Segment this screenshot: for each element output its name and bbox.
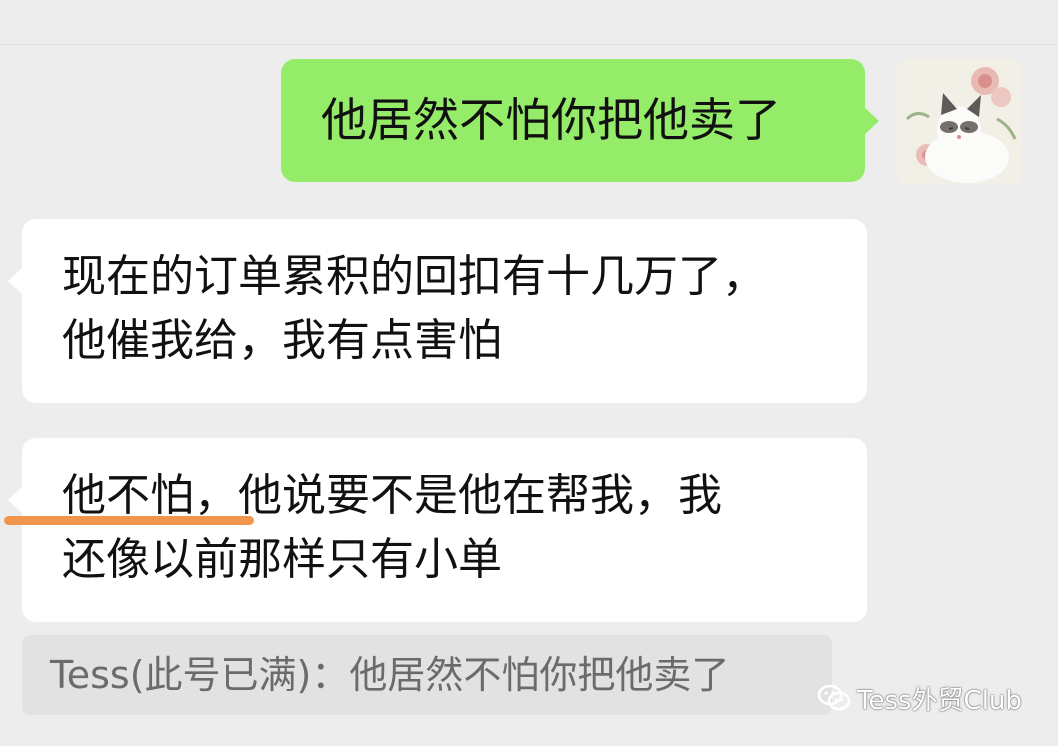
wechat-icon [817,684,851,711]
message-line: 还像以前那样只有小单 [62,534,502,585]
cat-avatar-icon[interactable] [897,59,1022,184]
incoming-message-bubble[interactable]: 现在的订单累积的回扣有十几万了， 他催我给，我有点害怕 [8,219,867,403]
watermark: Tess外贸Club [817,678,1022,718]
incoming-message-bubble[interactable]: 他不怕，他说要不是他在帮我，我 还像以前那样只有小单 [8,438,867,622]
top-divider [0,44,1058,45]
outgoing-message-bubble[interactable]: 他居然不怕你把他卖了 [281,59,879,182]
message-line: 他催我给，我有点害怕 [62,315,502,366]
highlight-underline [4,516,254,525]
watermark-text: Tess外贸Club [857,685,1022,716]
message-line: 现在的订单累积的回扣有十几万了， [62,251,766,302]
quoted-reply[interactable]: Tess(此号已满)：他居然不怕你把他卖了 [22,635,832,715]
